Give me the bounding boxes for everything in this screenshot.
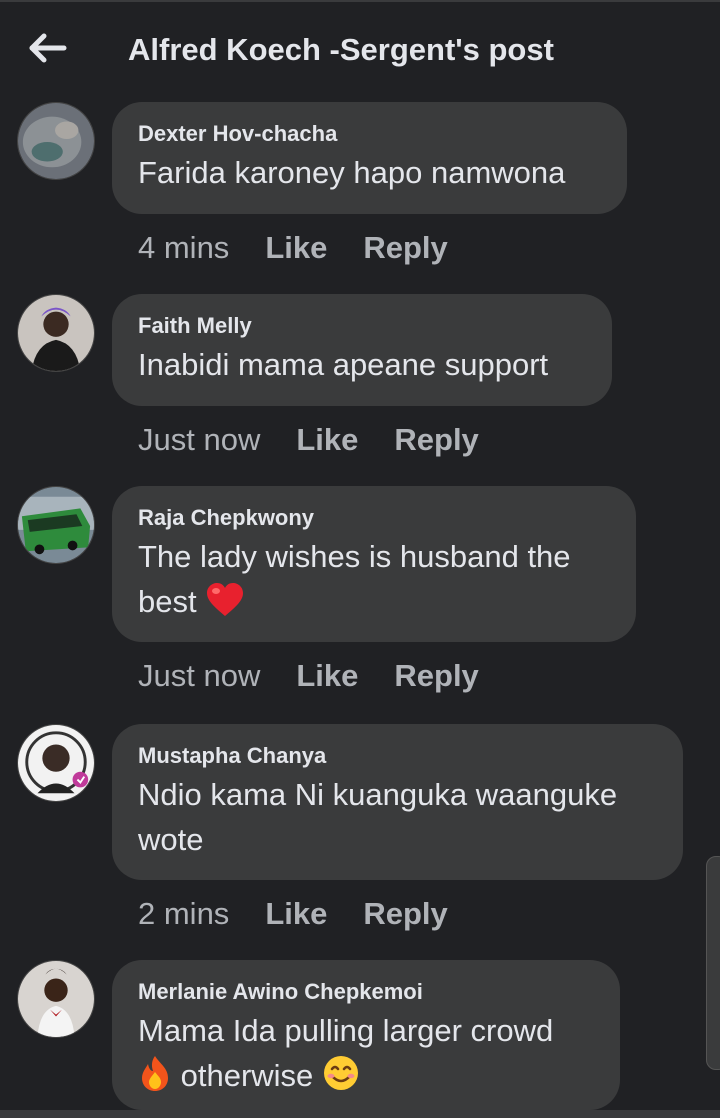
comment-time: 4 mins [138,230,230,265]
like-button[interactable]: Like [296,422,358,458]
reply-button[interactable]: Reply [363,896,447,932]
comment-time: Just now [138,422,261,457]
fire-icon [138,1054,172,1104]
avatar[interactable] [17,486,95,564]
comment-time: Just now [138,658,261,693]
smiling-face-icon [322,1054,360,1104]
like-button[interactable]: Like [265,896,327,932]
like-button[interactable]: Like [265,230,327,266]
comment-text-line: best [138,584,197,619]
avatar[interactable] [17,724,95,802]
comment-bubble[interactable]: Merlanie Awino Chepkemoi Mama Ida pullin… [112,960,620,1110]
comment-text: Farida karoney hapo namwona [138,155,566,190]
comment-text: The lady wishes is husband the best [138,534,610,630]
reply-button[interactable]: Reply [394,658,478,694]
comment-bubble[interactable]: Mustapha Chanya Ndio kama Ni kuanguka wa… [112,724,683,880]
comment-text-line: otherwise [180,1058,314,1093]
comment-text: Mama Ida pulling larger crowd otherwise [138,1008,594,1104]
bottom-divider [0,1110,720,1118]
like-button[interactable]: Like [296,658,358,694]
red-heart-icon [205,582,245,630]
reply-button[interactable]: Reply [363,230,447,266]
comment-author[interactable]: Dexter Hov-chacha [138,120,601,148]
arrow-left-icon [29,33,67,63]
comment-author[interactable]: Faith Melly [138,312,586,340]
comment-text-line: Mama Ida pulling larger crowd [138,1013,554,1048]
comment-actions: 2 mins Like Reply [138,896,484,932]
comment-author[interactable]: Merlanie Awino Chepkemoi [138,978,594,1006]
page-title: Alfred Koech -Sergent's post [128,32,554,67]
comment-text: Inabidi mama apeane support [138,347,549,382]
back-button[interactable] [26,26,70,70]
comment-actions: 4 mins Like Reply [138,230,484,266]
comment-text-line: The lady wishes is husband the [138,539,571,574]
avatar[interactable] [17,294,95,372]
header-bar: Alfred Koech -Sergent's post [0,2,720,98]
avatar[interactable] [17,102,95,180]
comment-author[interactable]: Mustapha Chanya [138,742,657,770]
comment-author[interactable]: Raja Chepkwony [138,504,610,532]
comment-bubble[interactable]: Raja Chepkwony The lady wishes is husban… [112,486,636,642]
comment-text-line: Ndio kama Ni kuanguka waanguke [138,777,618,812]
comment-bubble[interactable]: Faith Melly Inabidi mama apeane support [112,294,612,406]
comment-actions: Just now Like Reply [138,422,515,458]
comment-bubble[interactable]: Dexter Hov-chacha Farida karoney hapo na… [112,102,627,214]
avatar[interactable] [17,960,95,1038]
comment-text-line: wote [138,822,204,857]
reply-button[interactable]: Reply [394,422,478,458]
comment-time: 2 mins [138,896,230,931]
comment-text: Ndio kama Ni kuanguka waanguke wote [138,772,657,862]
scroll-handle[interactable] [706,856,720,1070]
comment-actions: Just now Like Reply [138,658,515,694]
